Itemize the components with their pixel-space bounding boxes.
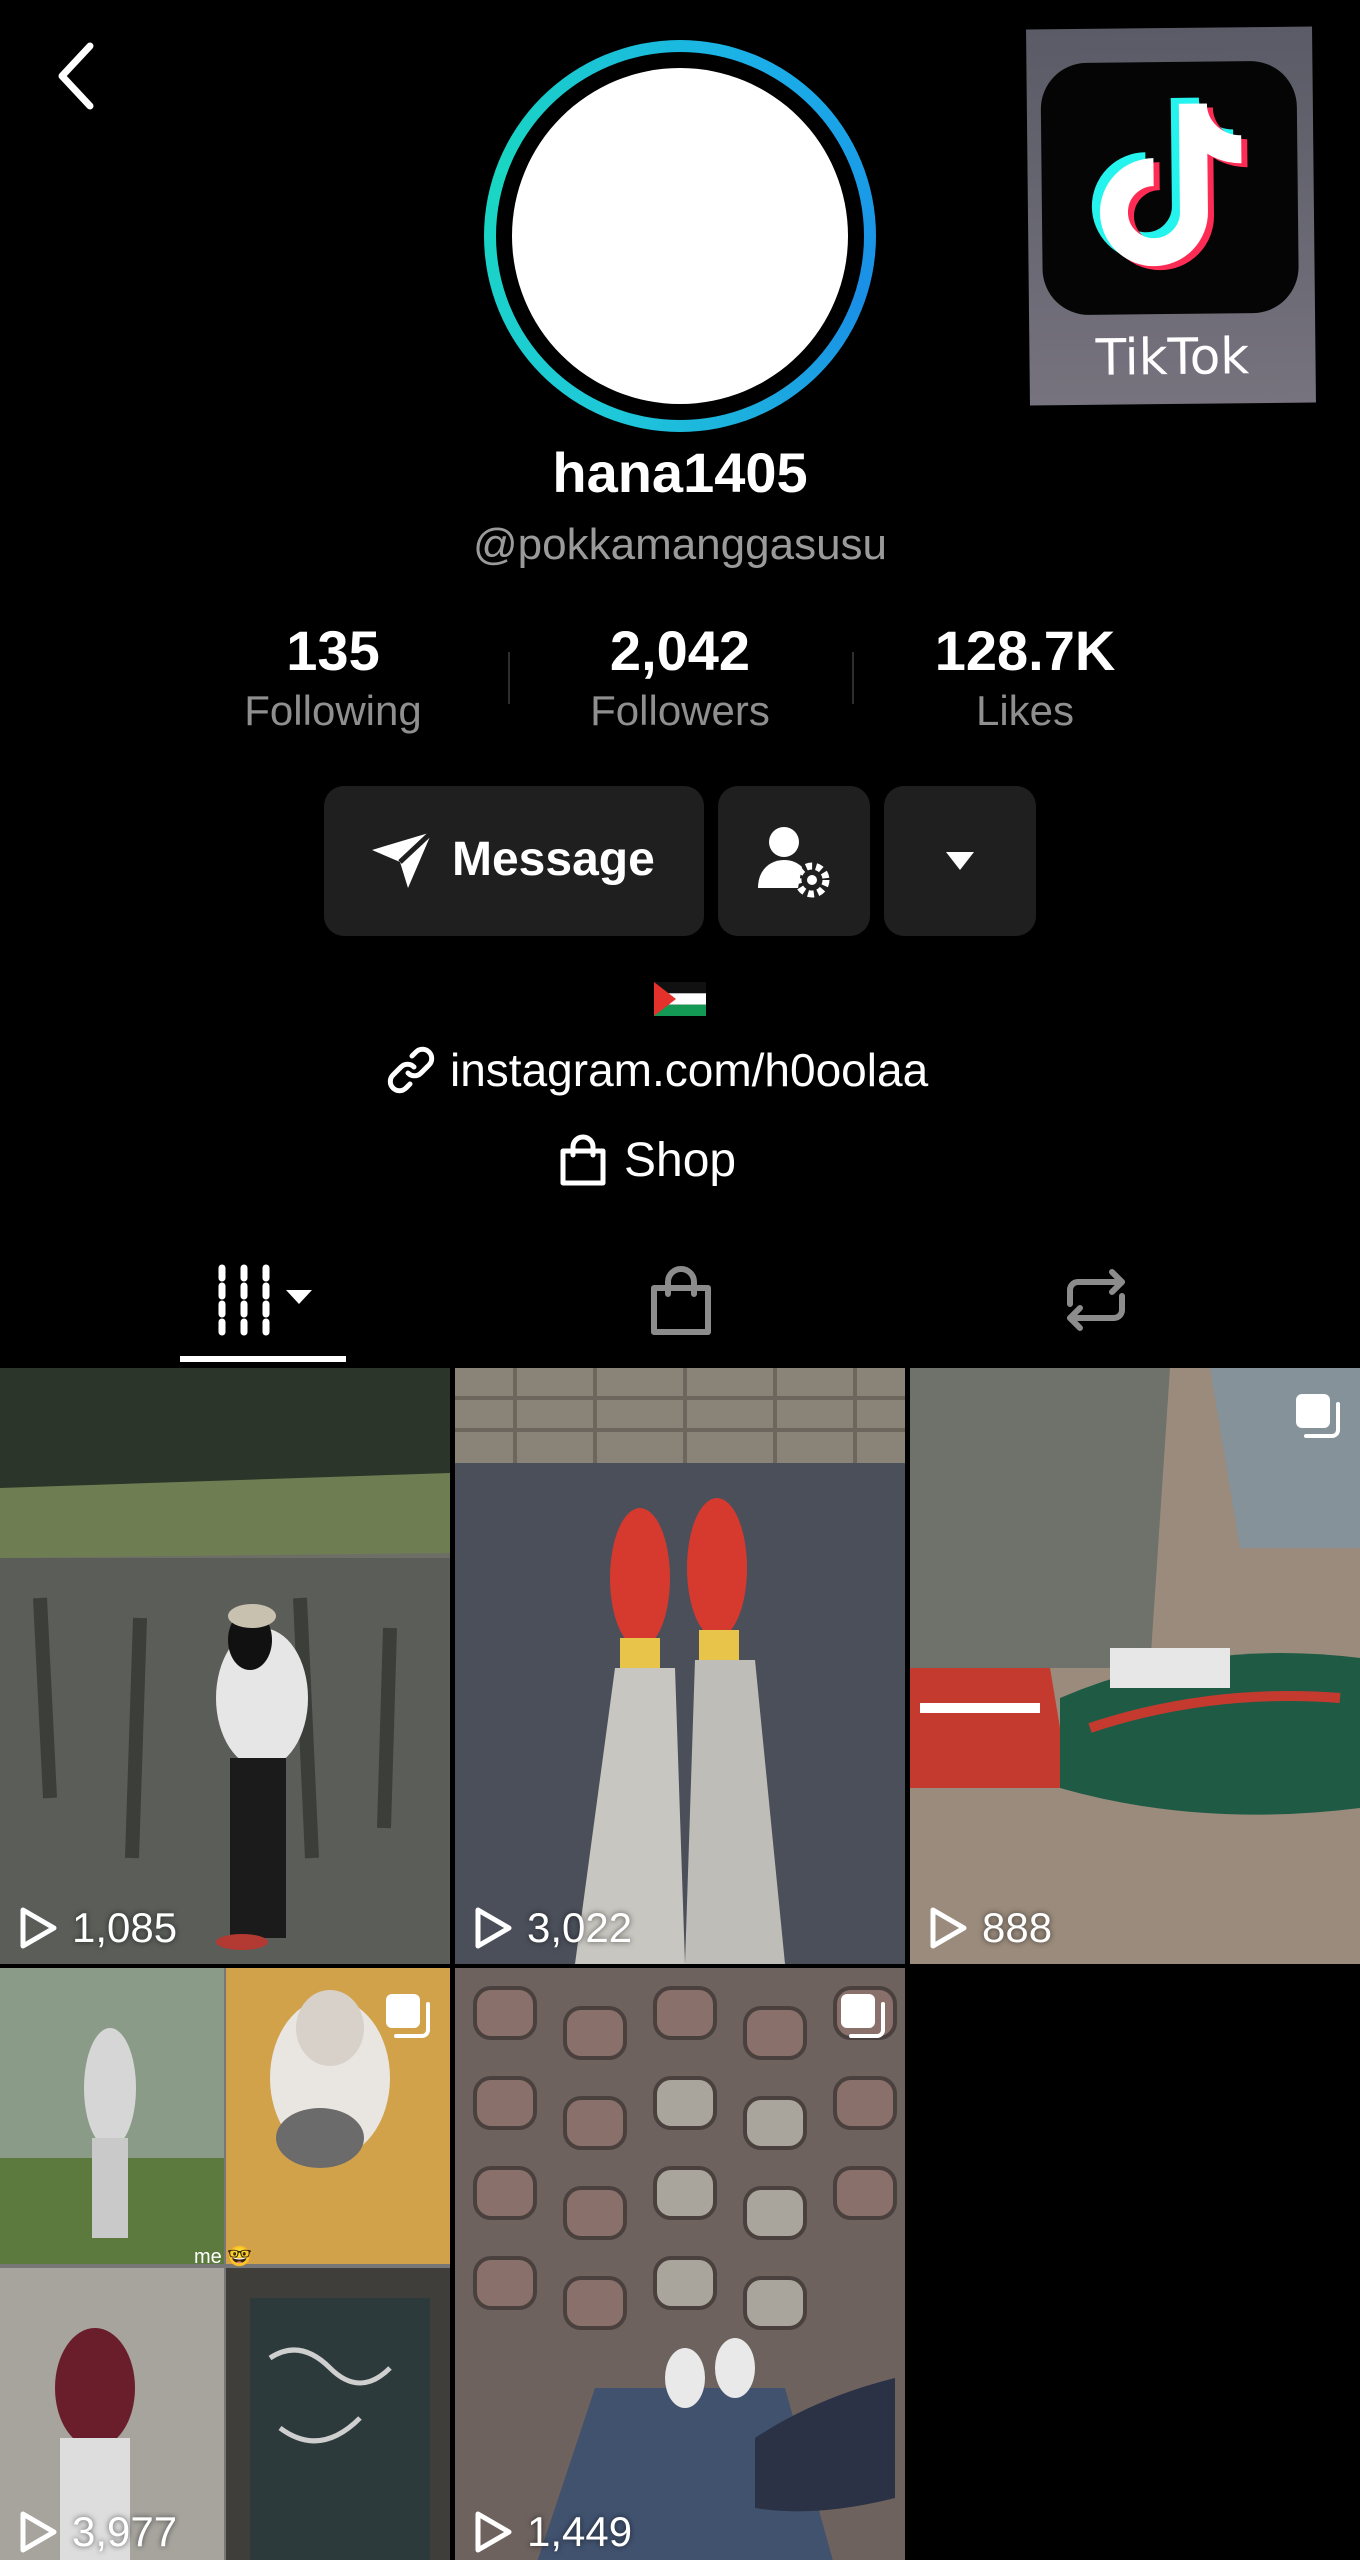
tab-shop[interactable] <box>560 1250 800 1360</box>
tab-videos[interactable] <box>144 1250 384 1360</box>
video-thumbnail-image <box>0 1368 450 1964</box>
link-icon <box>387 1046 435 1094</box>
view-count: 3,977 <box>18 2508 177 2556</box>
bio-link-text: instagram.com/h0oolaa <box>450 1044 929 1096</box>
video-thumbnail-image <box>455 1368 905 1964</box>
badge-wordmark: TikTok <box>1095 327 1250 387</box>
shopping-bag-icon <box>560 1134 606 1186</box>
avatar-story-ring[interactable] <box>484 40 876 432</box>
stat-value: 2,042 <box>609 619 751 682</box>
video-thumbnail[interactable]: me 🤓 3,977 <box>0 1968 450 2560</box>
avatar <box>512 68 848 404</box>
message-label: Message <box>452 833 655 886</box>
shopping-bag-icon <box>651 1266 711 1335</box>
chevron-left-icon <box>58 42 94 110</box>
view-count: 888 <box>928 1904 1052 1952</box>
photo-carousel-icon <box>841 1994 885 2038</box>
collage-caption: me 🤓 <box>194 2246 253 2268</box>
view-count: 1,085 <box>18 1904 177 1952</box>
view-count-text: 1,449 <box>527 2508 633 2555</box>
stat-likes[interactable]: 128.7K Likes <box>885 618 1165 735</box>
video-thumbnail[interactable]: 1,449 <box>455 1968 905 2560</box>
more-dropdown-button[interactable] <box>884 786 1036 936</box>
play-icon <box>475 2511 512 2553</box>
stat-label: Followers <box>590 687 770 734</box>
play-icon <box>20 1907 57 1949</box>
divider <box>508 652 510 704</box>
palestine-flag-icon <box>654 982 706 1016</box>
stat-following[interactable]: 135 Following <box>193 618 473 735</box>
profile-handle: @pokkamanggasusu <box>472 520 888 569</box>
repost-icon <box>1067 1269 1125 1331</box>
play-icon <box>930 1907 967 1949</box>
video-thumbnail[interactable]: 1,085 <box>0 1368 450 1964</box>
message-button[interactable]: Message <box>324 786 704 936</box>
view-count: 3,022 <box>473 1904 632 1952</box>
view-count-text: 3,977 <box>72 2508 178 2555</box>
stat-followers[interactable]: 2,042 Followers <box>540 618 820 735</box>
follow-settings-button[interactable] <box>718 786 870 936</box>
play-icon <box>20 2511 57 2553</box>
videos-grid-icon <box>218 1264 312 1336</box>
view-count-text: 1,085 <box>72 1904 178 1951</box>
stat-label: Likes <box>975 687 1075 734</box>
send-icon <box>372 830 434 888</box>
photo-carousel-icon <box>386 1994 430 2038</box>
video-thumbnail[interactable]: 888 <box>910 1368 1360 1964</box>
tab-reposts[interactable] <box>976 1250 1216 1360</box>
view-count: 1,449 <box>473 2508 632 2556</box>
back-button[interactable] <box>48 36 104 116</box>
profile-username: hana1405 <box>552 441 808 504</box>
video-thumbnail[interactable]: 3,022 <box>455 1368 905 1964</box>
stat-value: 135 <box>286 619 380 682</box>
shop-label: Shop <box>624 1133 737 1187</box>
divider <box>852 652 854 704</box>
tiktok-note-icon <box>1040 60 1300 316</box>
caret-down-icon <box>946 852 974 870</box>
view-count-text: 3,022 <box>527 1904 633 1951</box>
tiktok-logo-badge: TikTok <box>1026 26 1316 406</box>
stat-value: 128.7K <box>934 619 1116 682</box>
video-grid: 1,085 3,022 888 me 🤓 3,977 1,449 <box>0 1368 1360 2560</box>
bio-link[interactable]: instagram.com/h0oolaa <box>386 1040 928 1100</box>
user-settings-icon <box>758 827 830 898</box>
view-count-text: 888 <box>982 1904 1053 1951</box>
play-icon <box>475 1907 512 1949</box>
photo-carousel-icon <box>1296 1394 1340 1438</box>
active-tab-indicator <box>180 1356 346 1362</box>
video-thumbnail-image <box>910 1368 1360 1964</box>
video-thumbnail-image <box>455 1968 905 2560</box>
stat-label: Following <box>244 687 422 734</box>
shop-link[interactable]: Shop <box>558 1130 736 1190</box>
